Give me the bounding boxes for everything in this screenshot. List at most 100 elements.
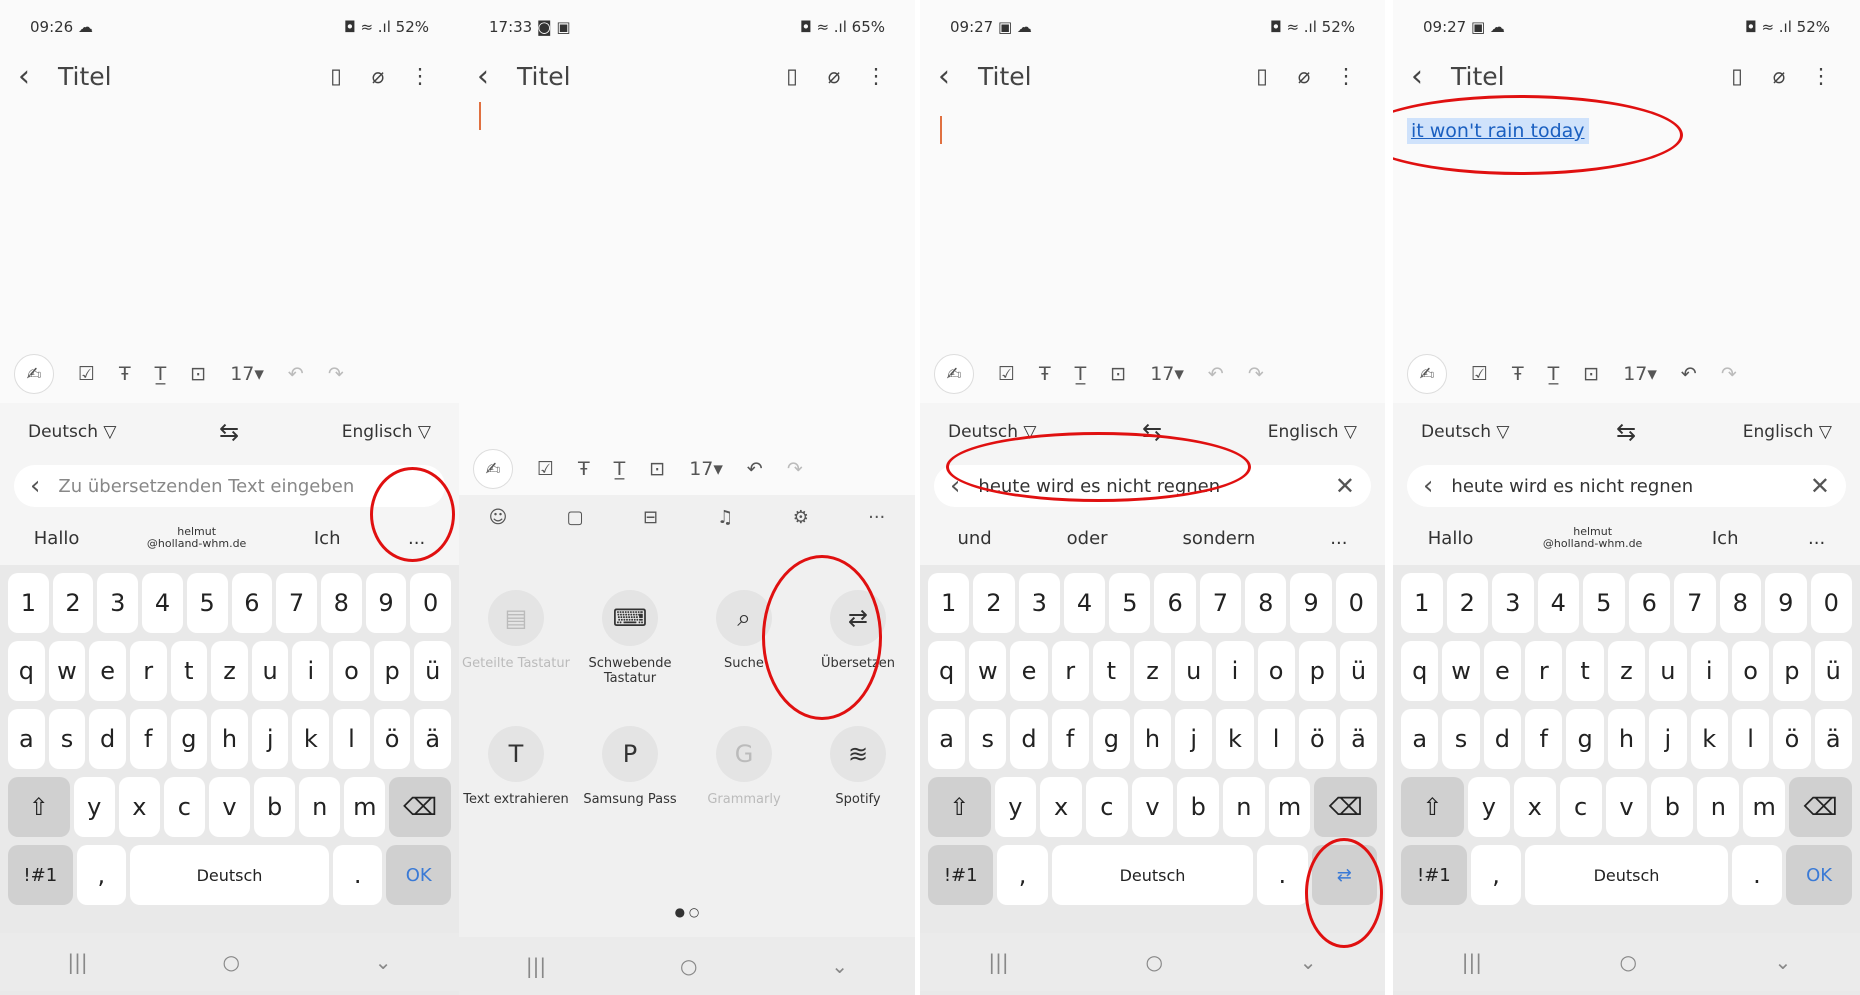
- key[interactable]: 8: [1719, 573, 1761, 633]
- symbols-key[interactable]: !#1: [8, 845, 73, 905]
- key[interactable]: 8: [1245, 573, 1287, 633]
- key[interactable]: j: [1175, 709, 1213, 769]
- key[interactable]: e: [89, 641, 126, 701]
- key[interactable]: 8: [320, 573, 362, 633]
- handwriting-icon[interactable]: ✍: [14, 354, 54, 394]
- home-icon[interactable]: ○: [222, 950, 239, 974]
- key[interactable]: a: [1401, 709, 1439, 769]
- more-options-icon[interactable]: ···: [868, 507, 885, 528]
- suggestion-word[interactable]: Hallo: [1428, 528, 1474, 549]
- key[interactable]: d: [89, 709, 126, 769]
- underline-icon[interactable]: T̲: [155, 363, 167, 385]
- key[interactable]: b: [1651, 777, 1694, 837]
- text-box-icon[interactable]: ⊡: [649, 458, 665, 480]
- key[interactable]: 4: [142, 573, 183, 633]
- target-language-dropdown[interactable]: Englisch ▽: [1268, 422, 1357, 442]
- key[interactable]: u: [1175, 641, 1213, 701]
- key[interactable]: b: [254, 777, 296, 837]
- book-icon[interactable]: ▯: [1716, 64, 1758, 88]
- split-keyboard-item[interactable]: ▤ Geteilte Tastatur: [459, 590, 573, 686]
- gear-icon[interactable]: ⚙: [793, 507, 809, 528]
- key[interactable]: c: [1559, 777, 1602, 837]
- key[interactable]: 9: [1765, 573, 1807, 633]
- key[interactable]: 9: [1290, 573, 1332, 633]
- text-box-icon[interactable]: ⊡: [1583, 363, 1599, 385]
- key[interactable]: 6: [1628, 573, 1670, 633]
- suggestion-word[interactable]: sondern: [1183, 528, 1256, 549]
- key[interactable]: k: [1216, 709, 1254, 769]
- key[interactable]: ö: [1773, 709, 1811, 769]
- suggestion-word[interactable]: und: [957, 528, 991, 549]
- undo-icon[interactable]: ↶: [1208, 363, 1224, 385]
- period-key[interactable]: .: [1257, 845, 1308, 905]
- undo-icon[interactable]: ↶: [288, 363, 304, 385]
- clear-icon[interactable]: ✕: [1335, 472, 1355, 500]
- shift-key[interactable]: ⇧: [1401, 777, 1464, 837]
- key[interactable]: w: [969, 641, 1007, 701]
- more-options-icon[interactable]: ⋮: [1800, 64, 1842, 88]
- key[interactable]: 1: [928, 573, 970, 633]
- key[interactable]: 0: [1335, 573, 1377, 633]
- symbols-key[interactable]: !#1: [1401, 845, 1467, 905]
- recents-icon[interactable]: |||: [988, 950, 1008, 974]
- book-icon[interactable]: ▯: [315, 64, 357, 88]
- key[interactable]: m: [1743, 777, 1786, 837]
- source-language-dropdown[interactable]: Deutsch ▽: [1421, 422, 1509, 442]
- key[interactable]: j: [251, 709, 289, 769]
- key[interactable]: 1: [1401, 573, 1443, 633]
- key[interactable]: a: [8, 709, 45, 769]
- floating-keyboard-item[interactable]: ⌨ Schwebende Tastatur: [573, 590, 687, 686]
- ok-key[interactable]: OK: [386, 845, 452, 905]
- target-language-dropdown[interactable]: Englisch ▽: [342, 422, 431, 442]
- key[interactable]: k: [1690, 709, 1728, 769]
- checkbox-icon[interactable]: ☑: [1471, 363, 1488, 385]
- key[interactable]: 5: [1583, 573, 1625, 633]
- comma-key[interactable]: ,: [76, 845, 127, 905]
- key[interactable]: ä: [1339, 709, 1378, 769]
- key[interactable]: x: [118, 777, 160, 837]
- swap-languages-icon[interactable]: ⇆: [1616, 418, 1636, 446]
- key[interactable]: f: [1525, 709, 1563, 769]
- key[interactable]: 0: [410, 573, 452, 633]
- key[interactable]: a: [928, 709, 966, 769]
- note-title[interactable]: Titel: [978, 62, 1241, 91]
- recents-icon[interactable]: |||: [67, 950, 87, 974]
- key[interactable]: g: [170, 709, 208, 769]
- redo-icon[interactable]: ↷: [328, 363, 344, 385]
- back-icon[interactable]: ‹: [477, 59, 517, 94]
- key[interactable]: v: [1605, 777, 1648, 837]
- key[interactable]: o: [333, 641, 370, 701]
- key[interactable]: t: [170, 641, 208, 701]
- more-options-icon[interactable]: ⋮: [399, 64, 441, 88]
- checkbox-icon[interactable]: ☑: [998, 363, 1015, 385]
- key[interactable]: k: [292, 709, 330, 769]
- paperclip-icon[interactable]: ⌀: [813, 64, 855, 88]
- key[interactable]: c: [163, 777, 205, 837]
- collapse-keyboard-icon[interactable]: ⌄: [831, 954, 848, 978]
- key[interactable]: x: [1513, 777, 1556, 837]
- grammarly-item[interactable]: G Grammarly: [687, 726, 801, 807]
- collapse-keyboard-icon[interactable]: ⌄: [1300, 950, 1317, 974]
- suggestion-word[interactable]: oder: [1067, 528, 1108, 549]
- key[interactable]: n: [299, 777, 341, 837]
- spotify-item[interactable]: ≋ Spotify: [801, 726, 915, 807]
- source-language-dropdown[interactable]: Deutsch ▽: [28, 422, 116, 442]
- key[interactable]: o: [1257, 641, 1295, 701]
- symbols-key[interactable]: !#1: [928, 845, 994, 905]
- key[interactable]: v: [208, 777, 251, 837]
- extract-text-item[interactable]: T Text extrahieren: [459, 726, 573, 807]
- underline-icon[interactable]: T̲: [1548, 363, 1560, 385]
- key[interactable]: q: [928, 641, 966, 701]
- redo-icon[interactable]: ↷: [787, 458, 803, 480]
- key[interactable]: h: [1133, 709, 1172, 769]
- key[interactable]: ä: [1814, 709, 1852, 769]
- key[interactable]: 7: [1674, 573, 1716, 633]
- paperclip-icon[interactable]: ⌀: [357, 64, 399, 88]
- suggestion-email[interactable]: helmut @holland-whm.de: [1543, 526, 1642, 550]
- note-title[interactable]: Titel: [1451, 62, 1716, 91]
- book-icon[interactable]: ▯: [771, 64, 813, 88]
- key[interactable]: 7: [1199, 573, 1242, 633]
- home-icon[interactable]: ○: [1619, 950, 1636, 974]
- key[interactable]: e: [1483, 641, 1522, 701]
- underline-icon[interactable]: T̲: [614, 458, 626, 480]
